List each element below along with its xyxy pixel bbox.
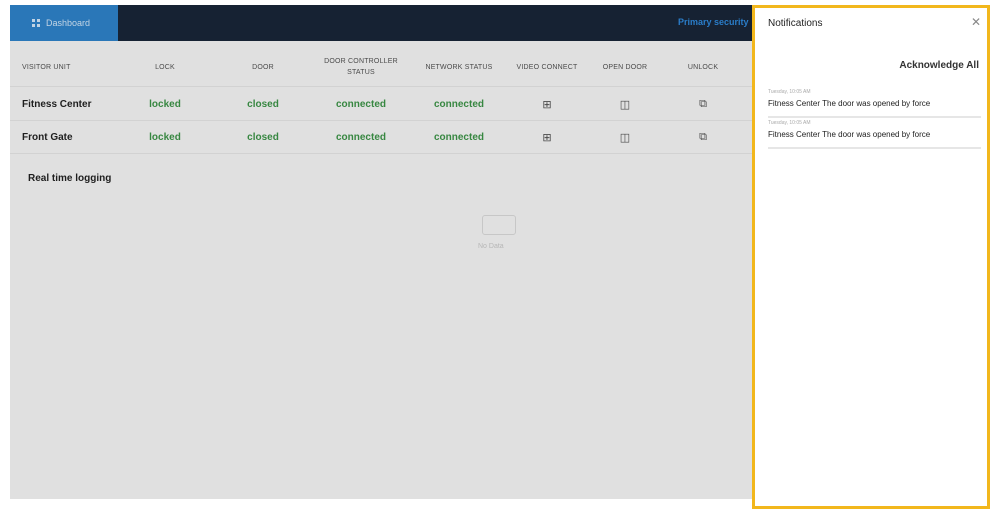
column-header-door: DOOR — [252, 63, 274, 71]
empty-box-icon — [482, 215, 516, 235]
network-status: connected — [433, 132, 484, 143]
column-header-visitor-unit: VISITOR UNIT — [22, 63, 71, 71]
video-connect-button[interactable]: ⊞ — [502, 121, 592, 154]
close-icon[interactable]: ✕ — [971, 15, 981, 29]
acknowledge-all-button[interactable]: Acknowledge All — [899, 60, 979, 71]
link-icon: ⧉ — [699, 98, 707, 110]
notifications-panel: Notifications ✕ Acknowledge All Tuesday,… — [752, 5, 990, 509]
unlock-button[interactable]: ⧉ — [658, 121, 748, 154]
empty-state-text: No Data — [478, 243, 504, 250]
controller-status: connected — [335, 132, 386, 143]
column-header-unlock: UNLOCK — [687, 63, 719, 71]
logging-title: Real time logging — [28, 173, 112, 184]
open-door-button[interactable]: ◫ — [580, 88, 670, 121]
open-door-button[interactable]: ◫ — [580, 121, 670, 154]
notification-item[interactable]: Tuesday, 10:05 AM Fitness Center The doo… — [768, 88, 981, 118]
table-header: VISITOR UNIT LOCK DOOR DOOR CONTROLLER S… — [10, 47, 762, 87]
unlock-button[interactable]: ⧉ — [658, 88, 748, 121]
notification-unit: Fitness Center — [768, 99, 821, 108]
lock-status: locked — [149, 99, 181, 110]
open-door-icon: ◫ — [619, 99, 631, 111]
notification-time: Tuesday, 10:05 AM — [768, 89, 811, 95]
notification-text: The door was opened by force — [820, 99, 931, 108]
dashboard-app: Dashboard Primary security VISITOR UNIT … — [10, 5, 762, 499]
video-connect-icon: ⊞ — [542, 99, 552, 111]
notification-item[interactable]: Tuesday, 10:05 AM Fitness Center The doo… — [768, 119, 981, 149]
column-header-lock: LOCK — [155, 63, 175, 71]
tab-dashboard[interactable]: Dashboard — [10, 5, 118, 41]
notification-message: Fitness Center The door was opened by fo… — [768, 99, 930, 108]
door-status: closed — [247, 132, 279, 143]
table-row: Fitness Center locked closed connected c… — [10, 88, 762, 121]
notification-text: The door was opened by force — [820, 130, 931, 139]
column-header-door-controller-status: DOOR CONTROLLER STATUS — [324, 58, 398, 76]
dashboard-icon — [32, 19, 40, 27]
video-connect-button[interactable]: ⊞ — [502, 88, 592, 121]
lock-status: locked — [149, 132, 181, 143]
notifications-title: Notifications — [768, 18, 823, 29]
tab-dashboard-label: Dashboard — [46, 18, 91, 28]
visitor-unit-table: VISITOR UNIT LOCK DOOR DOOR CONTROLLER S… — [10, 47, 762, 154]
open-door-icon: ◫ — [619, 132, 631, 144]
video-connect-icon: ⊞ — [542, 132, 552, 144]
door-status: closed — [247, 99, 279, 110]
column-header-network-status: NETWORK STATUS — [425, 63, 493, 71]
link-icon: ⧉ — [699, 131, 707, 143]
notification-message: Fitness Center The door was opened by fo… — [768, 130, 930, 139]
top-bar: Dashboard Primary security — [10, 5, 762, 41]
table-row: Front Gate locked closed connected conne… — [10, 121, 762, 154]
visitor-unit-name[interactable]: Front Gate — [22, 121, 132, 154]
real-time-logging-panel: Real time logging No Data — [10, 155, 762, 499]
notification-time: Tuesday, 10:05 AM — [768, 120, 811, 126]
visitor-unit-name[interactable]: Fitness Center — [22, 88, 132, 121]
site-name-link[interactable]: Primary security — [678, 17, 749, 27]
column-header-video-connect: VIDEO CONNECT — [516, 63, 578, 71]
column-header-open-door: OPEN DOOR — [602, 63, 648, 71]
notification-unit: Fitness Center — [768, 130, 821, 139]
controller-status: connected — [335, 99, 386, 110]
network-status: connected — [433, 99, 484, 110]
